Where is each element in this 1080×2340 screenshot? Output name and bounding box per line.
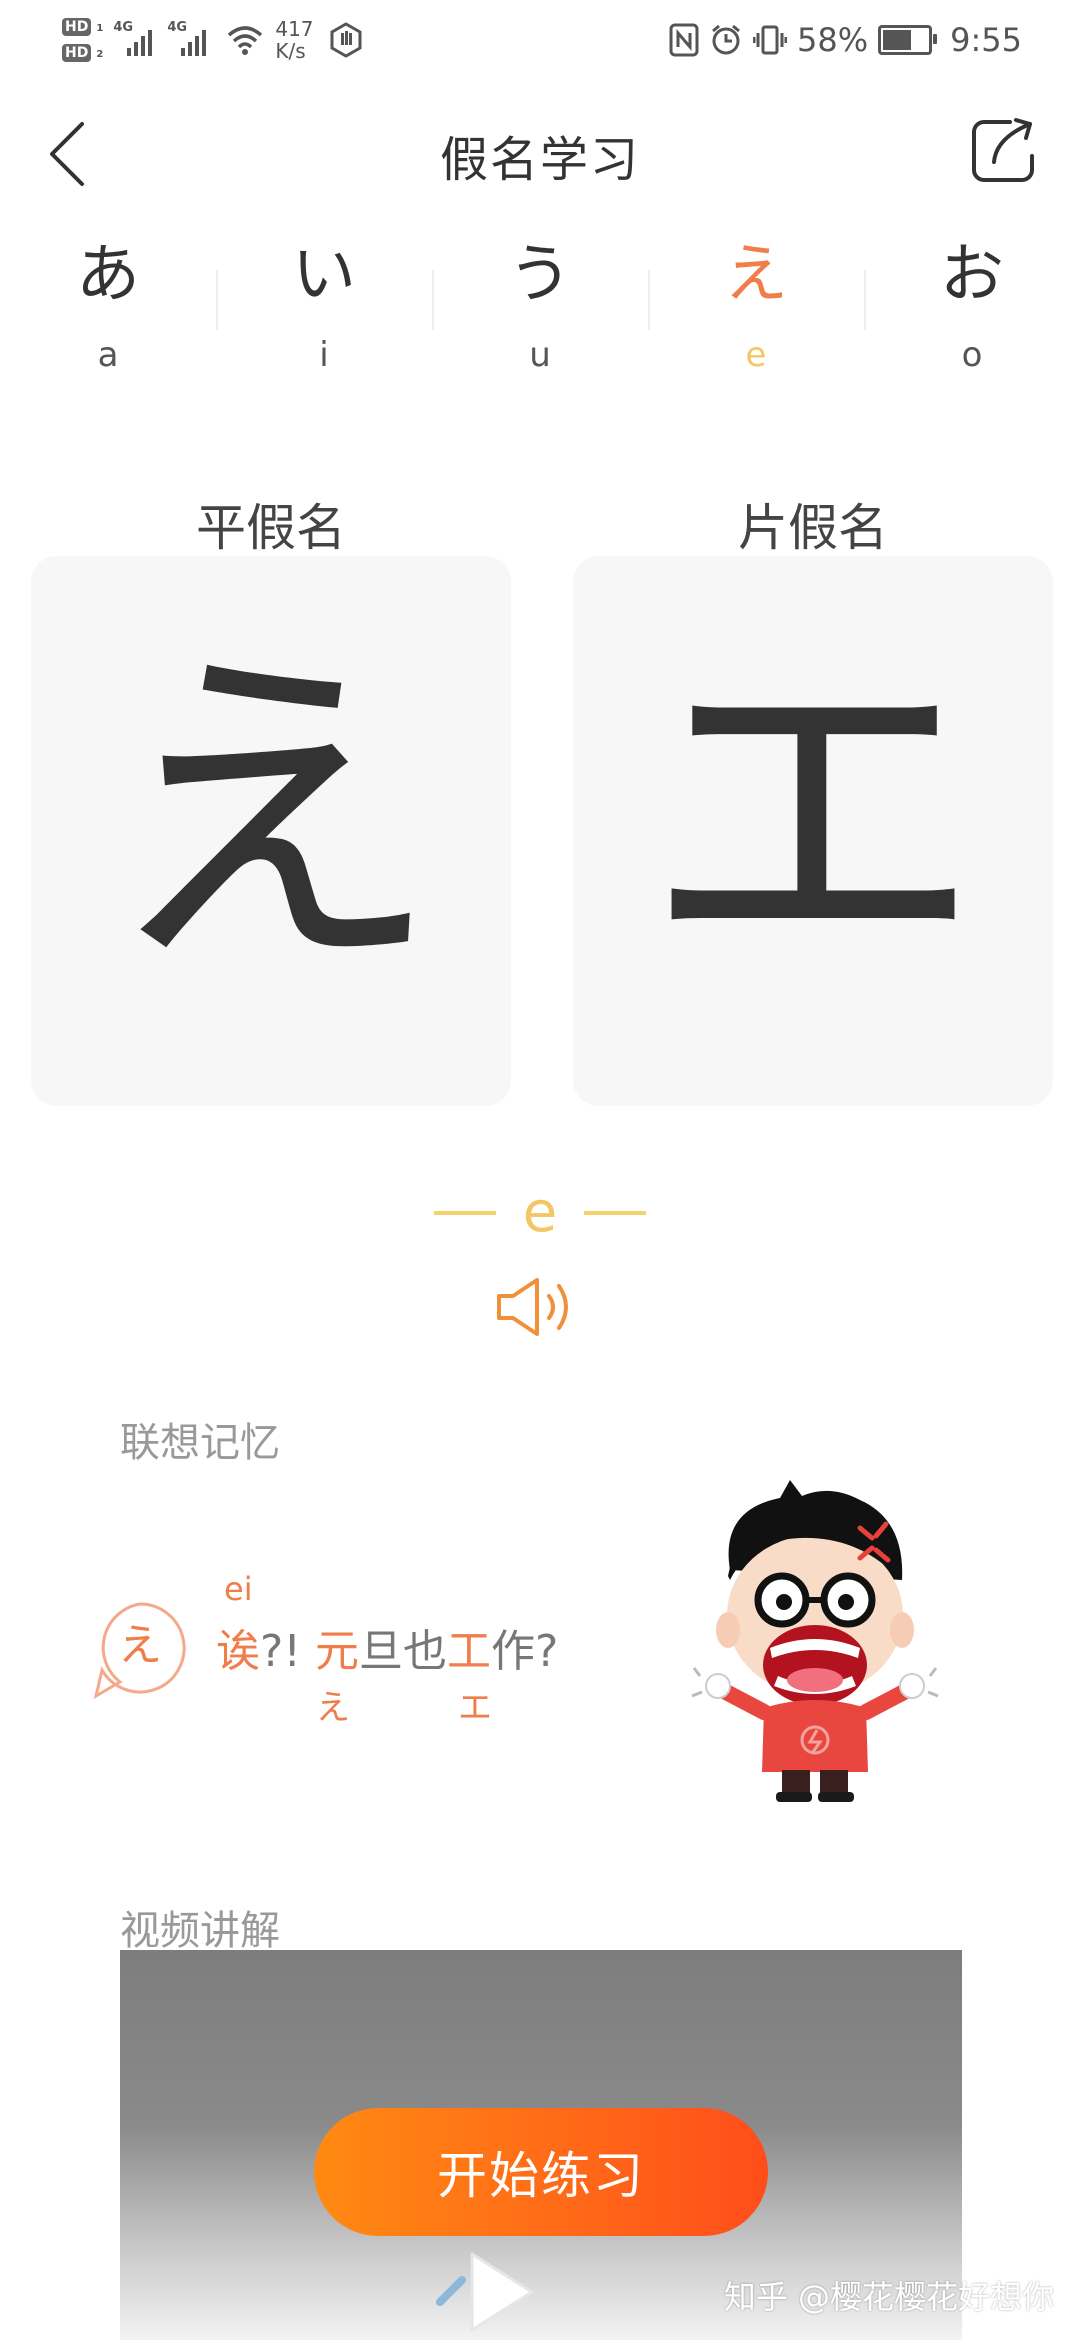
wifi-icon xyxy=(228,26,263,55)
vibrate-icon xyxy=(753,25,788,55)
kana-tab-char: あ xyxy=(76,238,140,312)
header: 假名学习 xyxy=(0,100,1080,200)
hiragana-glyph: え xyxy=(101,618,441,1014)
battery-percent: 58% xyxy=(797,21,869,59)
kana-tab-char: い xyxy=(292,238,356,312)
kana-tab-e[interactable]: え e xyxy=(648,230,864,400)
status-bar: HD 1 HD 2 4G 4G 417 K/s 58% 9:55 xyxy=(0,0,1080,80)
kana-tab-a[interactable]: あ a xyxy=(0,230,216,400)
signal-icon-1: 4G xyxy=(113,20,157,60)
network-speed: 417 K/s xyxy=(275,17,314,63)
sentence-text: 旦也 xyxy=(359,1626,447,1677)
watermark: 知乎 @樱花樱花好想你 xyxy=(723,2278,1054,2316)
kana-tab-char: え xyxy=(724,238,788,312)
kana-tab-romaji: i xyxy=(319,335,329,375)
under-hiragana: え xyxy=(316,1688,350,1728)
clock: 9:55 xyxy=(950,21,1022,59)
divider xyxy=(433,1210,496,1215)
kana-tab-u[interactable]: う u xyxy=(432,230,648,400)
romaji-text: e xyxy=(522,1180,558,1245)
hd-badge-2: HD 2 xyxy=(62,44,103,62)
signal-icon-2: 4G xyxy=(167,20,211,60)
katakana-label: 片假名 xyxy=(738,499,888,557)
bubble-kana: え xyxy=(118,1620,162,1671)
hd-badge-1: HD 1 xyxy=(62,18,103,36)
hand-shield-icon xyxy=(330,22,362,58)
page-title: 假名学习 xyxy=(439,132,640,188)
kana-tab-char: う xyxy=(508,238,572,312)
alarm-icon xyxy=(712,24,740,55)
share-icon[interactable] xyxy=(970,116,1038,184)
kana-bubble: え xyxy=(92,1600,192,1700)
hiragana-card[interactable]: え xyxy=(31,556,511,1106)
memory-section-title: 联想记忆 xyxy=(120,1420,280,1466)
kana-tab-romaji: o xyxy=(961,335,983,375)
hiragana-label: 平假名 xyxy=(196,499,346,557)
katakana-glyph: エ xyxy=(643,618,983,1014)
sentence-highlight: 诶 xyxy=(216,1626,260,1677)
katakana-card[interactable]: エ xyxy=(573,556,1053,1106)
kana-tab-char: お xyxy=(940,238,1004,312)
kana-tab-i[interactable]: い i xyxy=(216,230,432,400)
kana-tab-romaji: e xyxy=(745,335,767,375)
kana-tab-romaji: a xyxy=(97,335,119,375)
nfc-icon xyxy=(669,23,699,57)
start-practice-button[interactable]: 开始练习 xyxy=(314,2108,768,2236)
battery-icon xyxy=(878,25,938,55)
romaji-display: e xyxy=(0,1180,1080,1250)
speaker-icon[interactable] xyxy=(495,1272,585,1342)
mascot-illustration xyxy=(691,1480,939,1802)
sentence-highlight: 工 xyxy=(447,1626,491,1677)
sentence-text: 作? xyxy=(491,1626,559,1677)
kana-tab-o[interactable]: お o xyxy=(864,230,1080,400)
ruby-text: ei xyxy=(224,1570,253,1608)
under-katakana: エ xyxy=(458,1688,492,1728)
divider xyxy=(584,1210,647,1215)
sentence-highlight: 元 xyxy=(315,1626,359,1677)
video-section-title: 视频讲解 xyxy=(120,1908,280,1954)
kana-tab-romaji: u xyxy=(529,335,551,375)
kana-tab-bar: あ a い i う u え e お o xyxy=(0,230,1080,400)
sentence-text: ?! xyxy=(260,1626,301,1677)
mnemonic-sentence: 诶?! 元旦也工作? xyxy=(216,1615,558,1679)
